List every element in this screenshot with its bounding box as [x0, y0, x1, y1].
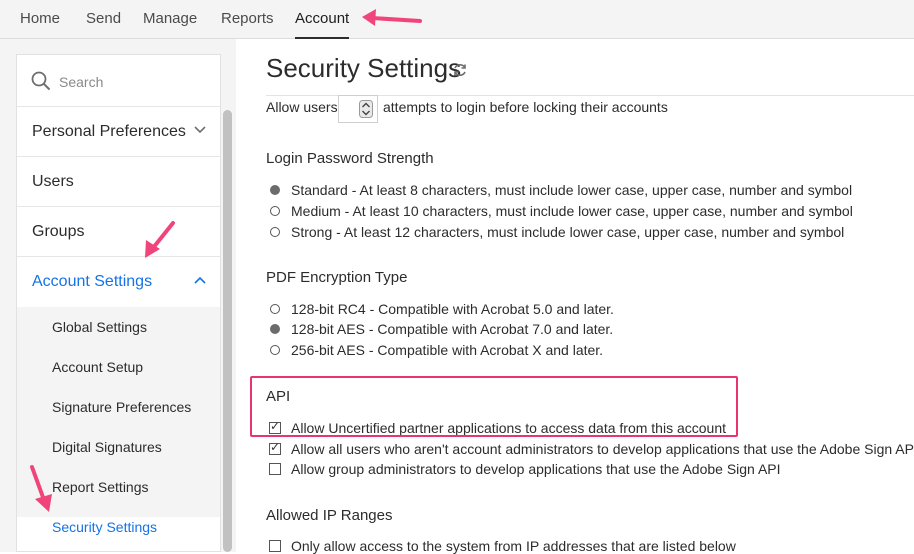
page-title: Security Settings — [266, 53, 462, 83]
radio-aes256[interactable] — [270, 345, 280, 355]
refresh-icon[interactable] — [452, 62, 468, 78]
search-input[interactable] — [57, 69, 211, 95]
radio-strong[interactable] — [270, 227, 280, 237]
search-icon — [31, 71, 51, 91]
sidebar-item-label: Personal Preferences — [32, 123, 186, 140]
subitem-report-settings[interactable]: Report Settings — [52, 478, 149, 496]
sidebar-scrollbar[interactable] — [223, 110, 232, 552]
ip-ranges-heading: Allowed IP Ranges — [266, 507, 393, 524]
radio-aes128[interactable] — [270, 324, 280, 334]
checkbox-non-admin-dev-label: Allow all users who aren't account admin… — [291, 441, 914, 457]
tab-manage[interactable]: Manage — [143, 0, 197, 39]
top-nav: Home Send Manage Reports Account — [0, 0, 914, 39]
radio-rc4[interactable] — [270, 304, 280, 314]
account-settings-submenu: Global Settings Account Setup Signature … — [17, 307, 220, 535]
checkbox-uncertified-partner[interactable] — [269, 419, 281, 434]
radio-aes256-label: 256-bit AES - Compatible with Acrobat X … — [291, 342, 604, 358]
radio-standard-label: Standard - At least 8 characters, must i… — [291, 182, 853, 198]
subitem-digital-signatures[interactable]: Digital Signatures — [52, 438, 162, 456]
tab-reports[interactable]: Reports — [221, 0, 274, 39]
pdf-encryption-heading: PDF Encryption Type — [266, 269, 408, 286]
lockout-suffix: attempts to login before locking their a… — [383, 99, 668, 115]
tab-send[interactable]: Send — [86, 0, 121, 39]
lockout-prefix: Allow users — [266, 99, 338, 115]
sidebar-item-label: Groups — [32, 223, 85, 240]
main-content: Security Settings Allow users attempts t… — [236, 39, 914, 554]
radio-standard[interactable] — [270, 185, 280, 195]
subitem-global-settings[interactable]: Global Settings — [52, 318, 147, 336]
checkbox-non-admin-dev[interactable] — [269, 440, 281, 455]
radio-medium-label: Medium - At least 10 characters, must in… — [291, 203, 853, 219]
radio-aes128-label: 128-bit AES - Compatible with Acrobat 7.… — [291, 321, 614, 337]
sidebar-search — [17, 55, 220, 107]
tab-account[interactable]: Account — [295, 0, 350, 39]
chevron-up-icon — [194, 276, 206, 284]
sidebar-item-groups[interactable]: Groups — [17, 207, 220, 257]
checkbox-ip-restrict[interactable] — [269, 540, 281, 552]
subitem-signature-preferences[interactable]: Signature Preferences — [52, 398, 191, 416]
radio-rc4-label: 128-bit RC4 - Compatible with Acrobat 5.… — [291, 301, 614, 317]
password-strength-heading: Login Password Strength — [266, 150, 434, 167]
checkbox-group-admin-dev-label: Allow group administrators to develop ap… — [291, 461, 781, 477]
tab-home[interactable]: Home — [20, 0, 60, 39]
checkbox-group-admin-dev[interactable] — [269, 463, 281, 475]
subitem-security-settings[interactable]: Security Settings — [52, 518, 157, 536]
sidebar-item-personal-preferences[interactable]: Personal Preferences — [17, 107, 220, 157]
subitem-account-setup[interactable]: Account Setup — [52, 358, 143, 376]
sidebar: Personal Preferences Users Groups Accoun… — [16, 54, 221, 552]
sidebar-item-label: Users — [32, 173, 74, 190]
checkbox-uncertified-partner-label: Allow Uncertified partner applications t… — [291, 420, 726, 436]
radio-strong-label: Strong - At least 12 characters, must in… — [291, 224, 845, 240]
sidebar-item-account-settings[interactable]: Account Settings — [17, 257, 220, 307]
chevron-down-icon — [194, 126, 206, 134]
sidebar-item-users[interactable]: Users — [17, 157, 220, 207]
login-attempts-stepper[interactable] — [338, 95, 378, 123]
stepper-arrows-icon[interactable] — [359, 100, 373, 118]
sidebar-item-label: Account Settings — [32, 273, 153, 290]
api-heading: API — [266, 388, 291, 405]
radio-medium[interactable] — [270, 206, 280, 216]
